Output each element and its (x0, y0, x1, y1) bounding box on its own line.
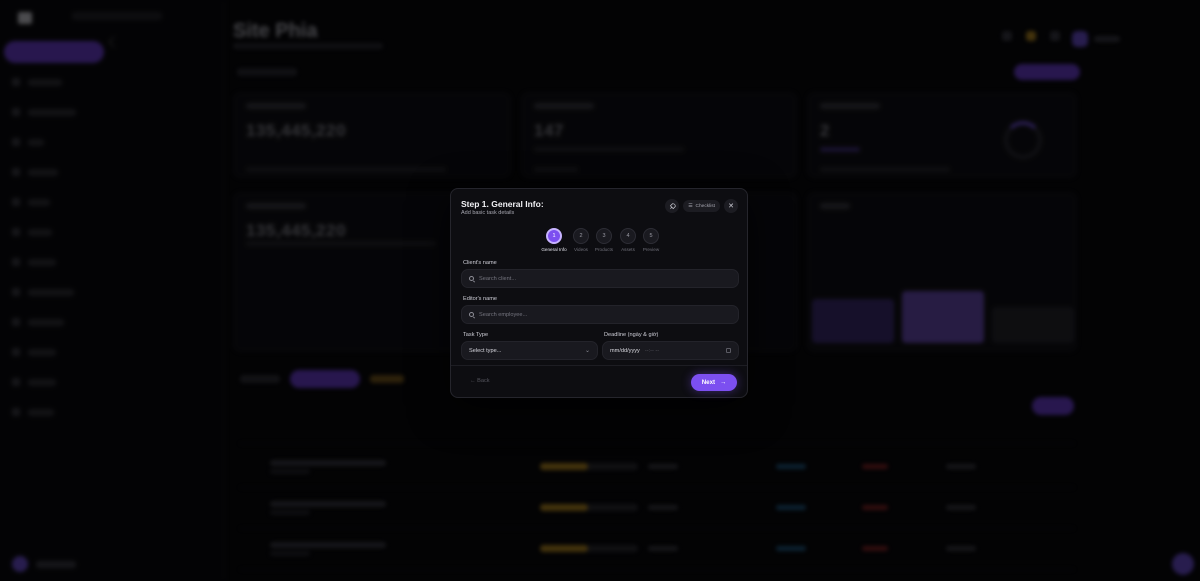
task-type-label: Task Type (463, 332, 489, 338)
search-icon (469, 276, 474, 281)
client-label: Client's name (463, 260, 497, 266)
arrow-right-icon: → (720, 379, 727, 386)
checklist-label: Checklist (695, 203, 715, 209)
editor-label: Editor's name (463, 296, 498, 302)
modal-subtitle: Add basic task details (461, 210, 515, 216)
modal-title: Step 1. General Info: (461, 199, 544, 209)
step-label: Preview (642, 247, 660, 252)
task-type-value: Select type... (469, 347, 502, 354)
checklist-chip[interactable]: ☰ Checklist (683, 200, 720, 212)
deadline-input[interactable]: mm/dd/yyyy --:-- -- (602, 341, 739, 360)
deadline-time: --:-- -- (644, 347, 660, 354)
back-label: Back (477, 378, 490, 384)
deadline-date: mm/dd/yyyy (610, 347, 640, 354)
next-button[interactable]: Next → (691, 374, 737, 391)
task-type-select[interactable]: Select type... ⌄ (461, 341, 598, 360)
client-placeholder: Search client... (479, 275, 516, 282)
calendar-icon[interactable] (726, 348, 731, 353)
step-number: 1 (546, 228, 562, 244)
deadline-label: Deadline (ngày & giờ) (604, 332, 659, 338)
search-icon (469, 312, 474, 317)
modal-divider (451, 365, 747, 366)
chevron-down-icon: ⌄ (584, 348, 590, 354)
rocket-icon[interactable] (665, 199, 680, 213)
checklist-icon: ☰ (688, 203, 693, 209)
modal-header-actions: ☰ Checklist ✕ (665, 199, 738, 213)
create-task-modal: Step 1. General Info: Add basic task det… (450, 188, 748, 398)
close-icon[interactable]: ✕ (724, 199, 738, 213)
stepper: 1 General Info 2 Videos 3 Products 4 Ass… (451, 228, 747, 254)
step-5[interactable]: 5 Preview (633, 228, 669, 252)
back-button[interactable]: ← Back (470, 378, 490, 384)
next-label: Next (701, 379, 716, 386)
editor-placeholder: Search employee... (479, 311, 528, 318)
step-number: 5 (643, 228, 659, 244)
client-search-input[interactable]: Search client... (461, 269, 739, 288)
arrow-left-icon: ← (470, 378, 476, 384)
editor-search-input[interactable]: Search employee... (461, 305, 739, 324)
